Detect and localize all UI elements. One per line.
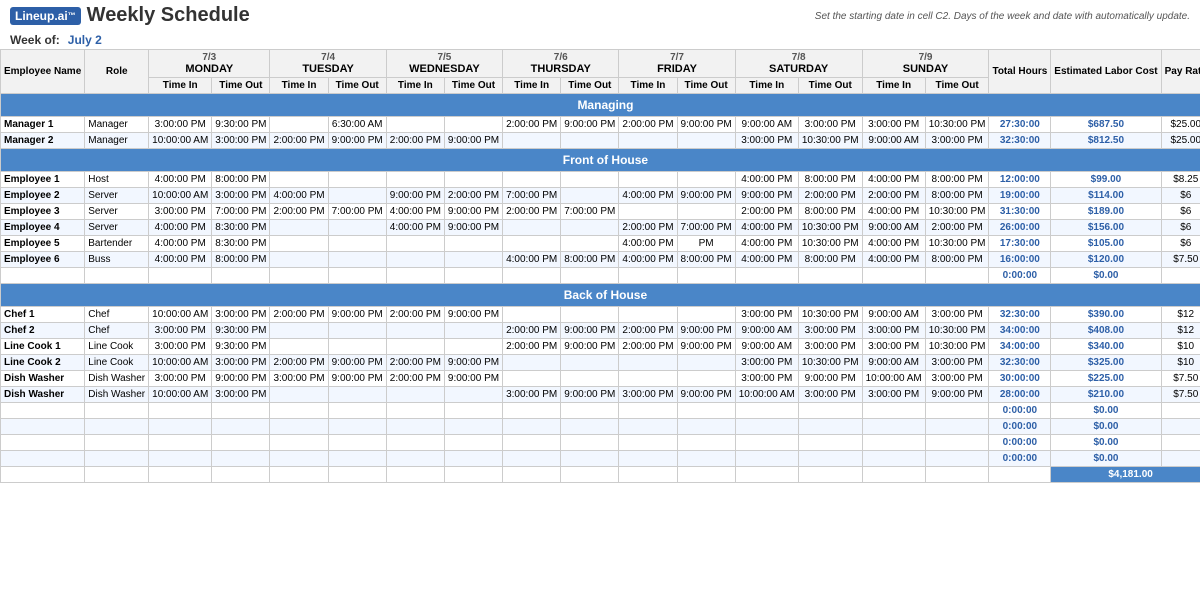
col-role: Role	[85, 50, 149, 94]
col-fri: 7/7FRIDAY	[619, 50, 735, 78]
table-row: 0:00:00$0.00	[1, 419, 1200, 435]
col-sun-in: Time In	[862, 78, 925, 94]
table-row: 0:00:00$0.00	[1, 268, 1200, 284]
col-sat-out: Time Out	[798, 78, 862, 94]
week-row: Week of: July 2	[0, 31, 1200, 49]
col-mon-out: Time Out	[212, 78, 270, 94]
section-header-row: Back of House	[1, 284, 1200, 307]
table-row: 0:00:00$0.00	[1, 435, 1200, 451]
table-row: Employee 6Buss4:00:00 PM8:00:00 PM4:00:0…	[1, 252, 1200, 268]
col-employee-name: Employee Name	[1, 50, 85, 94]
col-pay-rate: Pay Rate	[1161, 50, 1200, 94]
hint-area: Set the starting date in cell C2. Days o…	[815, 10, 1190, 22]
col-sun-out: Time Out	[925, 78, 989, 94]
col-fri-in: Time In	[619, 78, 677, 94]
col-tue-out: Time Out	[328, 78, 386, 94]
table-row: Chef 1Chef10:00:00 AM3:00:00 PM2:00:00 P…	[1, 307, 1200, 323]
table-row: Employee 4Server4:00:00 PM8:30:00 PM4:00…	[1, 220, 1200, 236]
col-wed-in: Time In	[386, 78, 444, 94]
col-mon: 7/3MONDAY	[149, 50, 270, 78]
col-wed: 7/5WEDNESDAY	[386, 50, 502, 78]
col-wed-out: Time Out	[444, 78, 502, 94]
logo-area: Lineup.ai™ Weekly Schedule	[10, 4, 250, 27]
col-fri-out: Time Out	[677, 78, 735, 94]
hint-text: Set the starting date in cell C2. Days o…	[815, 11, 1190, 22]
schedule-table: Employee Name Role 7/3MONDAY 7/4TUESDAY …	[0, 49, 1200, 483]
section-header-row: Front of House	[1, 149, 1200, 172]
day-header-row: Employee Name Role 7/3MONDAY 7/4TUESDAY …	[1, 50, 1200, 78]
col-sun: 7/9SUNDAY	[862, 50, 989, 78]
col-thu-out: Time Out	[561, 78, 619, 94]
table-row: Chef 2Chef3:00:00 PM9:30:00 PM2:00:00 PM…	[1, 323, 1200, 339]
col-sat-in: Time In	[735, 78, 798, 94]
table-row: Dish WasherDish Washer3:00:00 PM9:00:00 …	[1, 371, 1200, 387]
table-row: 0:00:00$0.00	[1, 451, 1200, 467]
page-title: Weekly Schedule	[87, 4, 250, 27]
table-row: Employee 2Server10:00:00 AM3:00:00 PM4:0…	[1, 188, 1200, 204]
table-row: Employee 3Server3:00:00 PM7:00:00 PM2:00…	[1, 204, 1200, 220]
table-row: Dish WasherDish Washer10:00:00 AM3:00:00…	[1, 387, 1200, 403]
col-mon-in: Time In	[149, 78, 212, 94]
col-total-hours: Total Hours	[989, 50, 1051, 94]
table-row: Manager 2Manager10:00:00 AM3:00:00 PM2:0…	[1, 133, 1200, 149]
table-row: Employee 5Bartender4:00:00 PM8:30:00 PM4…	[1, 236, 1200, 252]
section-header-row: Managing	[1, 94, 1200, 117]
col-thu-in: Time In	[503, 78, 561, 94]
col-thu: 7/6THURSDAY	[503, 50, 619, 78]
table-row: Line Cook 1Line Cook3:00:00 PM9:30:00 PM…	[1, 339, 1200, 355]
grand-total-row: $4,181.00	[1, 467, 1200, 483]
table-row: Employee 1Host4:00:00 PM8:00:00 PM4:00:0…	[1, 172, 1200, 188]
col-tue-in: Time In	[270, 78, 328, 94]
col-sat: 7/8SATURDAY	[735, 50, 862, 78]
week-date: July 2	[68, 33, 102, 47]
table-row: Manager 1Manager3:00:00 PM9:30:00 PM6:30…	[1, 117, 1200, 133]
lineup-logo: Lineup.ai™	[10, 7, 81, 25]
col-est-cost: Estimated Labor Cost	[1051, 50, 1161, 94]
header-area: Lineup.ai™ Weekly Schedule Set the start…	[0, 0, 1200, 49]
table-row: Line Cook 2Line Cook10:00:00 AM3:00:00 P…	[1, 355, 1200, 371]
week-label: Week of:	[10, 33, 60, 47]
table-row: 0:00:00$0.00	[1, 403, 1200, 419]
col-tue: 7/4TUESDAY	[270, 50, 386, 78]
